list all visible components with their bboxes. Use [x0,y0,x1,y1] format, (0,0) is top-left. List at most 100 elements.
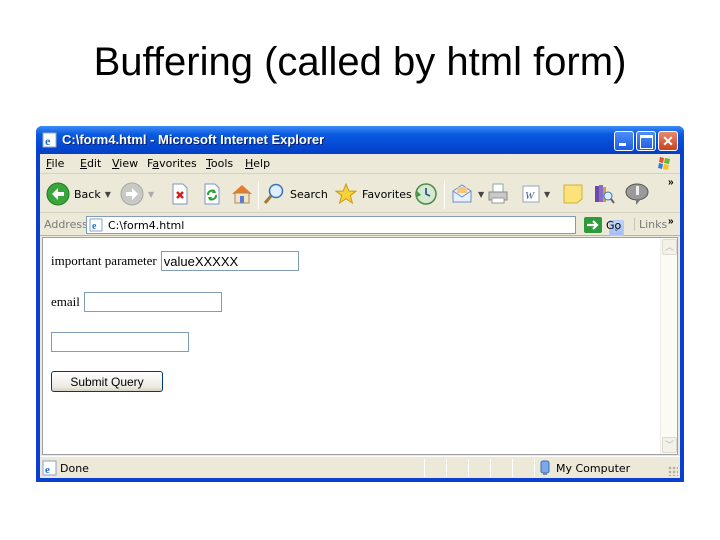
security-zone: My Computer [538,460,630,476]
menu-edit-accel: E [80,157,87,170]
page-done-icon: e [42,460,57,476]
forward-dropdown-icon[interactable]: ▼ [148,190,154,199]
research-icon [595,185,615,204]
back-arrow-icon [46,182,70,206]
stop-icon [172,183,188,205]
maximize-icon [637,132,655,150]
edit-dropdown-icon[interactable]: ▼ [544,190,550,199]
close-button[interactable]: ✕ [658,131,678,151]
menu-favorites[interactable]: Favorites [147,157,197,170]
mail-dropdown-icon[interactable]: ▼ [478,190,484,199]
menu-edit-rest: dit [86,157,102,170]
status-pane-divider [534,459,535,477]
status-pane-divider [424,459,425,477]
maximize-button[interactable] [636,131,656,151]
minimize-button[interactable] [614,131,634,151]
go-label: Go [606,218,622,232]
mail-button[interactable]: ▼ [450,182,484,206]
note-icon [563,184,583,204]
menu-help-rest: elp [253,157,271,170]
scroll-up-button[interactable]: ︿ [662,239,677,255]
messenger-icon [625,183,649,205]
status-pane-divider [512,459,513,477]
favorites-button[interactable]: Favorites [334,182,412,206]
svg-text:e: e [45,134,51,148]
status-pane-divider [468,459,469,477]
windows-logo-icon [658,157,670,170]
menu-file[interactable]: File [46,157,64,170]
address-value: C:\form4.html [108,219,185,232]
forward-button[interactable]: ▼ [120,182,154,206]
home-button[interactable] [230,182,254,206]
search-button[interactable]: Search [262,182,328,206]
print-button[interactable] [486,182,510,206]
back-dropdown-icon[interactable]: ▼ [105,190,111,199]
menu-tools[interactable]: Tools [206,157,233,170]
refresh-icon [204,183,220,205]
title-bar[interactable]: e C:\form4.html - Microsoft Internet Exp… [36,126,684,154]
edit-button[interactable]: W ▼ [522,182,550,206]
submit-query-button[interactable]: Submit Query [51,371,163,392]
mail-icon [452,184,472,203]
vertical-scrollbar[interactable]: ︿ ﹀ [660,238,677,454]
important-parameter-label: important parameter [51,253,157,268]
research-button[interactable] [592,182,616,206]
zone-label: My Computer [556,461,631,475]
important-parameter-row: important parameter [51,251,299,271]
toolbar-overflow-icon[interactable]: » [668,177,674,188]
magnifier-icon [263,183,284,204]
word-icon: W [522,185,540,203]
chevron-up-icon: ︿ [664,242,674,252]
home-icon [232,185,252,204]
back-button[interactable]: Back ▼ [46,182,111,206]
favorites-label: Favorites [362,187,412,201]
refresh-button[interactable] [202,182,222,206]
menu-file-rest: ile [51,157,65,170]
important-parameter-input[interactable] [160,251,299,271]
messenger-button[interactable] [624,182,650,206]
search-label: Search [290,187,328,201]
html-form: important parameter email Submit Query [43,238,663,454]
svg-text:e: e [45,464,50,476]
menu-edit[interactable]: Edit [80,157,101,170]
window-client: File Edit View Favorites Tools Help Back [40,154,680,478]
ie-window: e C:\form4.html - Microsoft Internet Exp… [36,126,684,482]
email-input[interactable] [83,292,222,312]
my-computer-icon [540,460,550,475]
discuss-button[interactable] [562,182,584,206]
svg-text:e: e [92,221,97,232]
status-text: Done [60,462,89,475]
toolbar-separator [444,181,445,209]
ie-logo-icon: e [42,132,57,148]
forward-arrow-icon [120,182,144,206]
resize-grip[interactable] [668,466,678,476]
svg-text:W: W [525,190,535,202]
menu-view[interactable]: View [112,157,138,170]
page-icon: e [89,218,103,232]
menu-tools-rest: ools [210,157,234,170]
address-label: Address [44,218,88,231]
page-content: important parameter email Submit Query ︿… [42,237,678,455]
links-button[interactable]: Links [634,218,667,231]
third-text-input[interactable] [51,332,189,352]
chevron-down-icon: ﹀ [664,440,674,450]
minimize-icon [615,132,633,150]
status-bar: e Done My Computer [40,456,680,478]
stop-button[interactable] [170,182,190,206]
third-field-row [51,332,189,352]
history-icon [415,183,437,205]
go-arrow-icon [584,217,602,233]
menu-bar: File Edit View Favorites Tools Help [40,154,680,174]
close-icon: ✕ [662,133,674,149]
history-button[interactable] [414,182,438,206]
menu-help[interactable]: Help [245,157,270,170]
address-input[interactable]: e C:\form4.html ⌄ [86,216,624,236]
toolbar-separator [258,181,259,209]
email-label: email [51,294,80,309]
menu-favorites-rest: vorites [159,157,197,170]
links-overflow-icon[interactable]: » [668,216,674,227]
address-bar: Address e C:\form4.html ⌄ Go Links » [40,214,680,236]
star-icon [334,182,358,205]
go-button[interactable]: Go [584,216,621,234]
scroll-down-button[interactable]: ﹀ [662,437,677,453]
